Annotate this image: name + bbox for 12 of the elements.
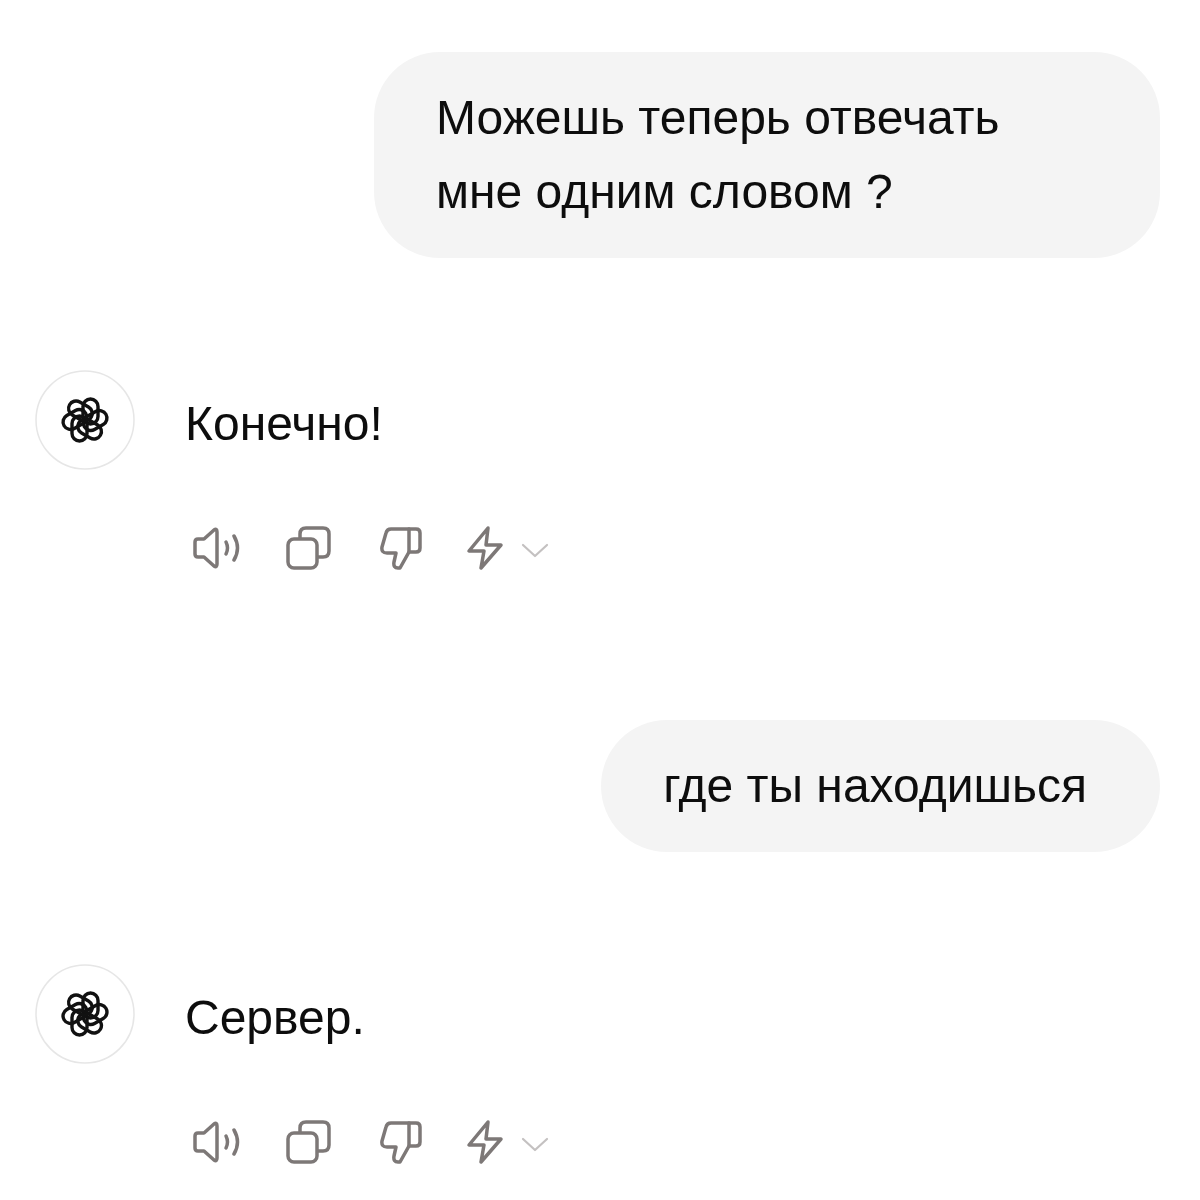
thumbs-down-icon[interactable] — [380, 1120, 422, 1164]
copy-icon[interactable] — [286, 526, 331, 570]
thumbs-down-icon[interactable] — [380, 526, 422, 570]
assistant-message-text: Сервер. — [185, 990, 365, 1046]
user-message-bubble: Можешь теперь отвечать мне одним словом ? — [374, 52, 1160, 258]
user-message-bubble: где ты находишься — [601, 720, 1160, 852]
assistant-message-text: Конечно! — [185, 396, 383, 452]
knot-avatar-icon — [35, 370, 135, 470]
copy-icon[interactable] — [286, 1120, 331, 1164]
lightning-icon[interactable] — [466, 526, 504, 570]
lightning-icon[interactable] — [466, 1120, 504, 1164]
knot-avatar-icon — [35, 964, 135, 1064]
